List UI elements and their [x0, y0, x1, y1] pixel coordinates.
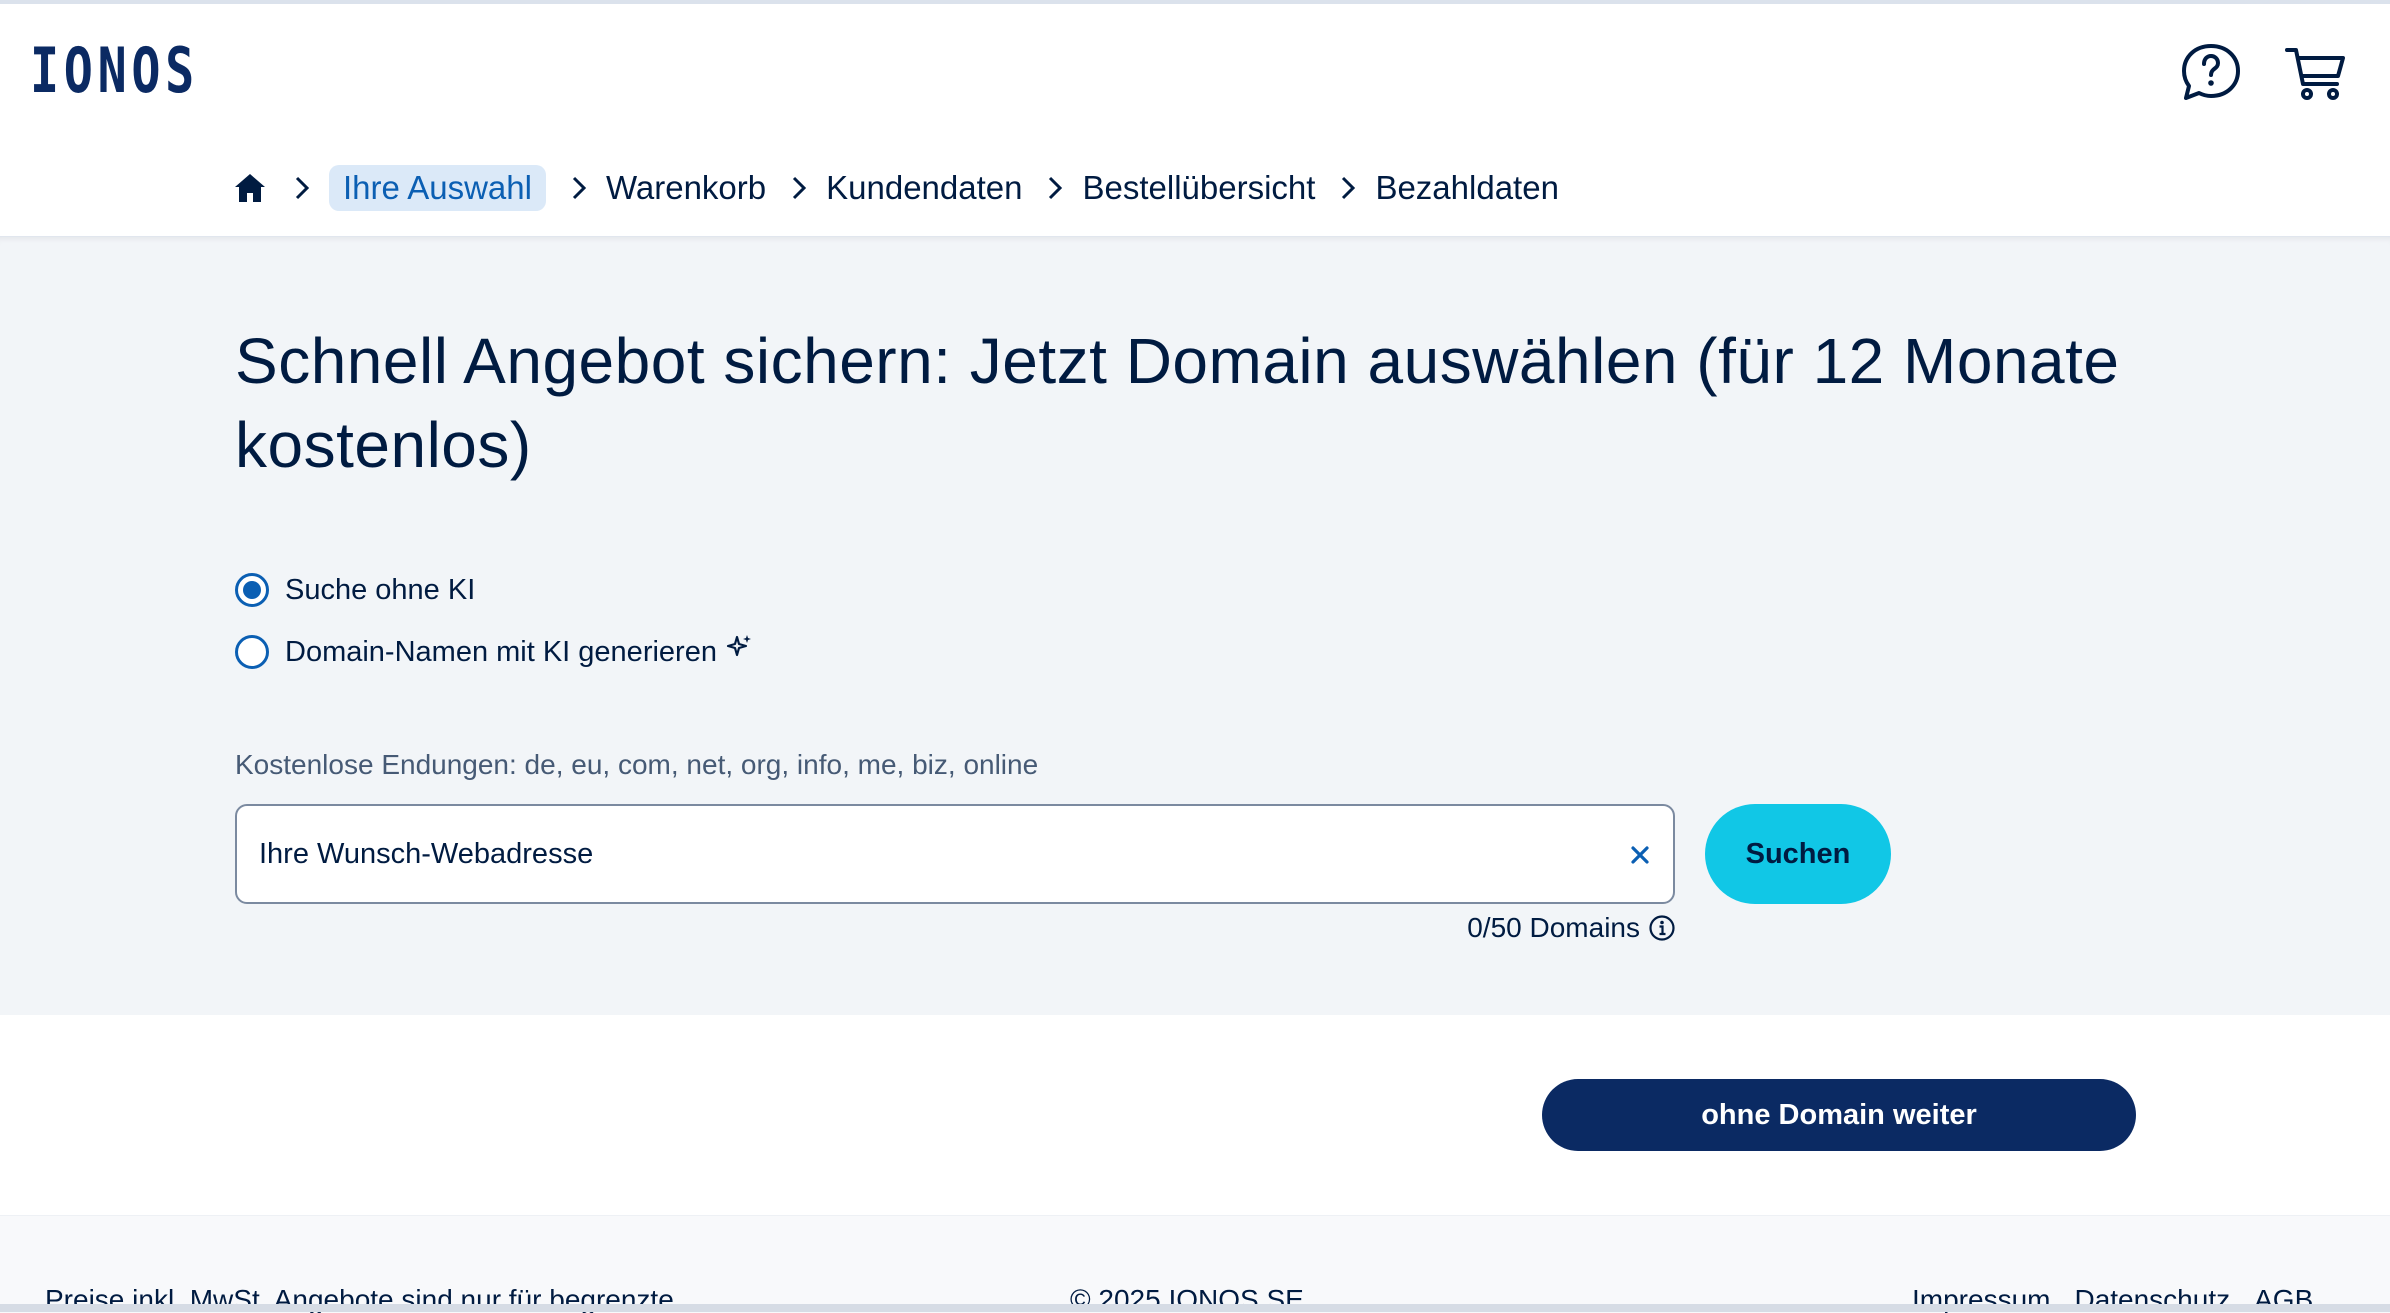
- domain-search-field[interactable]: [235, 804, 1675, 904]
- chevron-right-icon: [1342, 176, 1356, 200]
- radio-label: Domain-Namen mit KI generieren: [285, 635, 717, 668]
- radio-button-checked[interactable]: [235, 573, 269, 607]
- domain-counter-text: 0/50 Domains: [1467, 912, 1640, 943]
- search-button[interactable]: Suchen: [1705, 804, 1891, 904]
- ionos-logo[interactable]: IONOS: [30, 34, 199, 107]
- footer: Preise inkl. MwSt. Angebote sind nur für…: [0, 1215, 2390, 1313]
- breadcrumb-warenkorb[interactable]: Warenkorb: [606, 165, 766, 211]
- continue-without-domain-button[interactable]: ohne Domain weiter: [1542, 1079, 2136, 1151]
- chevron-right-icon: [572, 176, 587, 200]
- info-icon[interactable]: [1648, 914, 1676, 942]
- help-chat-icon[interactable]: [2178, 40, 2244, 106]
- breadcrumb-ihre-auswahl[interactable]: Ihre Auswahl: [329, 165, 546, 211]
- header: IONOS Ihre Auswahl Warenkorb Kundendaten…: [0, 4, 2390, 236]
- chevron-right-icon: [1049, 176, 1063, 200]
- clear-icon[interactable]: [1625, 840, 1655, 870]
- breadcrumb-bestelluebersicht[interactable]: Bestellübersicht: [1082, 165, 1315, 211]
- shopping-cart-icon[interactable]: [2283, 40, 2349, 106]
- free-extensions-hint: Kostenlose Endungen: de, eu, com, net, o…: [235, 749, 1039, 780]
- chevron-right-icon: [295, 176, 310, 200]
- domain-selection-section: Schnell Angebot sichern: Jetzt Domain au…: [0, 236, 2390, 1015]
- action-area: ohne Domain weiter: [0, 1015, 2390, 1215]
- radio-button-unchecked[interactable]: [235, 635, 269, 669]
- radio-search-without-ai[interactable]: Suche ohne KI: [235, 573, 475, 607]
- sparkle-icon: [726, 635, 751, 657]
- bottom-scrollbar: [0, 1304, 2390, 1312]
- domain-counter: 0/50 Domains: [1440, 903, 1676, 953]
- page-title: Schnell Angebot sichern: Jetzt Domain au…: [235, 325, 2120, 481]
- radio-generate-with-ai[interactable]: Domain-Namen mit KI generieren: [235, 635, 753, 669]
- radio-label: Suche ohne KI: [285, 573, 476, 606]
- breadcrumb: Ihre Auswahl Warenkorb Kundendaten Beste…: [233, 164, 1559, 212]
- breadcrumb-bezahldaten[interactable]: Bezahldaten: [1375, 165, 1558, 211]
- chevron-right-icon: [793, 176, 807, 200]
- home-icon[interactable]: [233, 170, 269, 206]
- breadcrumb-kundendaten[interactable]: Kundendaten: [826, 165, 1022, 211]
- domain-search-input[interactable]: [259, 806, 1579, 902]
